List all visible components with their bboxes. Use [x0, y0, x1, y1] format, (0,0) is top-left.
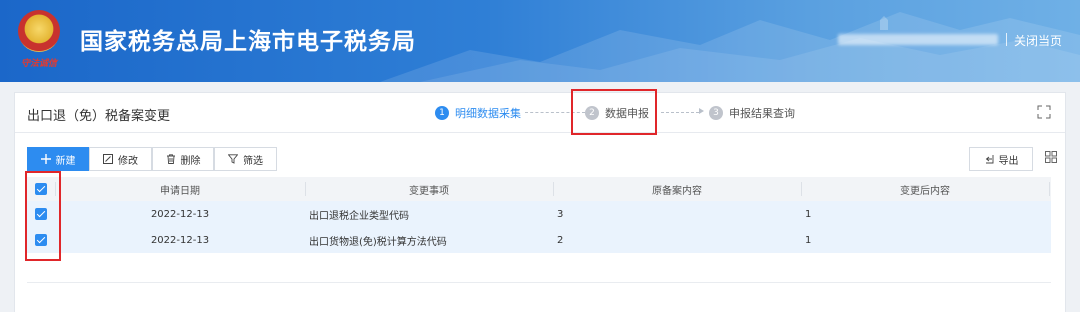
- table-row[interactable]: 2022-12-13 出口退税企业类型代码 3 1: [27, 201, 1051, 227]
- site-header: 守法诚信 国家税务总局上海市电子税务局 关闭当页: [0, 0, 1080, 82]
- new-button[interactable]: 新建: [27, 147, 89, 171]
- header-old-content[interactable]: 原备案内容: [553, 177, 801, 201]
- edit-button-label: 修改: [118, 155, 138, 167]
- emblem-signature: 守法诚信: [20, 59, 57, 69]
- header-new-content[interactable]: 变更后内容: [801, 177, 1049, 201]
- filter-button-label: 筛选: [243, 155, 263, 167]
- cell-new-content: 1: [805, 234, 812, 246]
- step-number: 1: [435, 106, 449, 120]
- table-empty-area: [27, 253, 1051, 283]
- step-arrow-icon: [699, 108, 704, 114]
- emblem-seal-icon: [18, 10, 60, 52]
- panel-header: 出口退（免）税备案变更 1 明细数据采集 2 数据申报 3 申报结果查询: [15, 93, 1065, 133]
- highlight-box-checkboxes: [25, 171, 61, 261]
- header-item[interactable]: 变更事项: [305, 177, 553, 201]
- step-result-query[interactable]: 3 申报结果查询: [709, 105, 795, 121]
- cell-old-content: 2: [557, 234, 564, 246]
- header-date[interactable]: 申请日期: [55, 177, 305, 201]
- step-number: 3: [709, 106, 723, 120]
- plus-icon: [40, 154, 51, 164]
- export-button-label: 导出: [998, 155, 1019, 167]
- step-label: 申报结果查询: [729, 107, 795, 120]
- edit-button[interactable]: 修改: [89, 147, 152, 171]
- filter-button[interactable]: 筛选: [214, 147, 277, 171]
- column-divider: [1049, 182, 1050, 196]
- edit-icon: [103, 154, 113, 164]
- step-label: 明细数据采集: [455, 107, 521, 120]
- main-panel: 出口退（免）税备案变更 1 明细数据采集 2 数据申报 3 申报结果查询 新建 …: [14, 89, 1066, 312]
- step-connector: [661, 112, 699, 113]
- column-settings-icon[interactable]: [1045, 151, 1057, 163]
- step-detail-collection[interactable]: 1 明细数据采集: [435, 105, 521, 121]
- tax-emblem: 守法诚信: [14, 10, 64, 70]
- cell-item: 出口退税企业类型代码: [309, 210, 409, 222]
- cell-new-content: 1: [805, 208, 812, 220]
- table-row[interactable]: 2022-12-13 出口货物退(免)税计算方法代码 2 1: [27, 227, 1051, 253]
- cell-item: 出口货物退(免)税计算方法代码: [309, 236, 447, 248]
- export-button[interactable]: 导出: [969, 147, 1033, 171]
- cell-old-content: 3: [557, 208, 564, 220]
- page-title: 出口退（免）税备案变更: [27, 109, 171, 124]
- close-page-link[interactable]: 关闭当页: [1014, 32, 1062, 49]
- delete-button[interactable]: 删除: [152, 147, 214, 171]
- site-title: 国家税务总局上海市电子税务局: [80, 29, 416, 55]
- user-name-blurred: [838, 34, 998, 45]
- filter-icon: [228, 154, 238, 164]
- table-header-row: 申请日期 变更事项 原备案内容 变更后内容: [27, 177, 1051, 201]
- new-button-label: 新建: [55, 155, 76, 167]
- trash-icon: [166, 154, 175, 164]
- export-icon: [985, 155, 993, 164]
- cell-date: 2022-12-13: [150, 208, 210, 220]
- fullscreen-icon[interactable]: [1037, 105, 1051, 119]
- delete-button-label: 删除: [180, 155, 201, 167]
- highlight-box-step: [571, 89, 657, 135]
- cell-date: 2022-12-13: [150, 234, 210, 246]
- header-separator: [1006, 33, 1007, 46]
